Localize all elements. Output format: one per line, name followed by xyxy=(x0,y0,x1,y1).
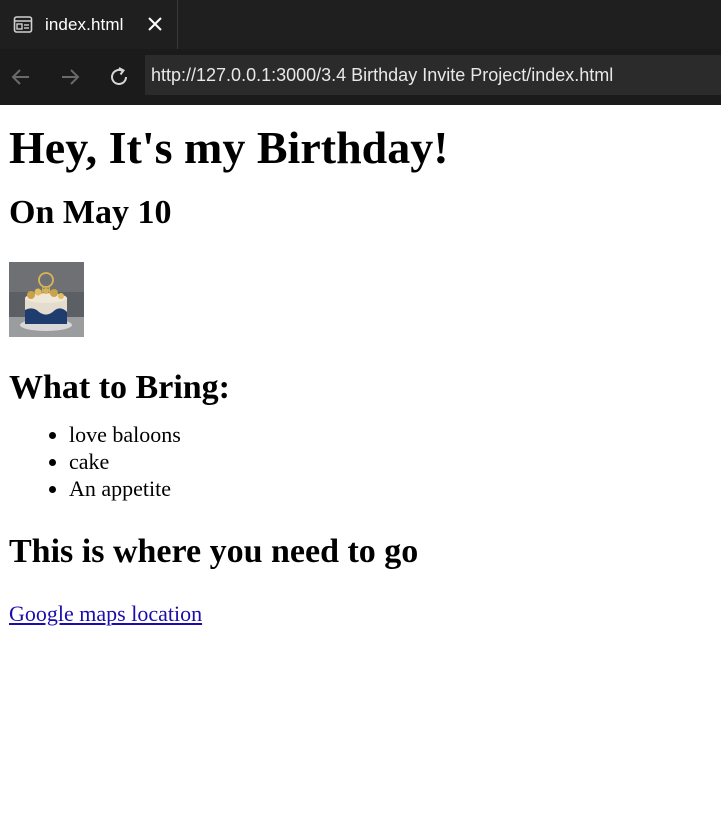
close-icon[interactable] xyxy=(145,14,165,34)
directions-heading: This is where you need to go xyxy=(9,533,419,570)
tab-index[interactable]: index.html xyxy=(0,0,178,49)
date-heading: On May 10 xyxy=(9,194,172,231)
tab-bar: index.html xyxy=(0,0,721,49)
forward-arrow-icon[interactable] xyxy=(58,65,82,89)
list-item: cake xyxy=(69,448,712,475)
back-arrow-icon[interactable] xyxy=(9,65,33,89)
browser-toolbar: http://127.0.0.1:3000/3.4 Birthday Invit… xyxy=(0,49,721,105)
cake-image xyxy=(9,262,84,337)
tab-title: index.html xyxy=(45,14,124,34)
url-text: http://127.0.0.1:3000/3.4 Birthday Invit… xyxy=(151,64,614,85)
reload-icon[interactable] xyxy=(107,65,131,89)
page-title: Hey, It's my Birthday! xyxy=(9,122,449,173)
google-maps-link[interactable]: Google maps location xyxy=(9,601,202,627)
page-icon xyxy=(13,15,33,33)
bring-heading: What to Bring: xyxy=(9,369,230,406)
page-content: Hey, It's my Birthday! On May 10 What to… xyxy=(0,122,721,627)
bring-list: love baloons cake An appetite xyxy=(9,421,712,502)
list-item: An appetite xyxy=(69,475,712,502)
list-item: love baloons xyxy=(69,421,712,448)
address-bar[interactable]: http://127.0.0.1:3000/3.4 Birthday Invit… xyxy=(145,55,721,95)
